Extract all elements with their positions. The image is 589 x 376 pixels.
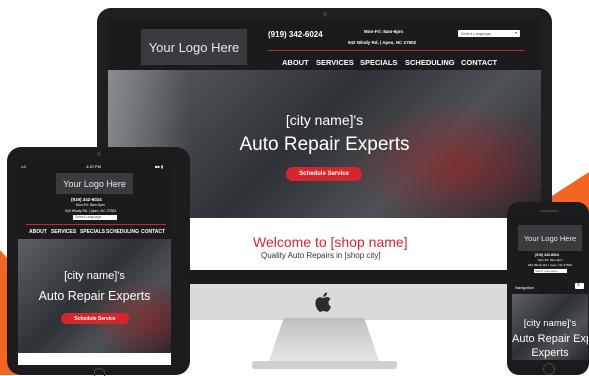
hero-line1: [city name]'s — [285, 112, 364, 128]
header-divider — [268, 50, 524, 51]
iphone-hero-line2: Auto Repair Experts — [512, 333, 588, 345]
nav-contact[interactable]: CONTACT — [461, 58, 497, 67]
ipad-language-label: Select Language — [75, 215, 102, 219]
site-logo[interactable]: Your Logo Here — [141, 29, 247, 65]
imac-stand — [268, 318, 380, 364]
iphone-hero-line1: [city name]'s — [523, 318, 577, 329]
iphone-hero-line3: Experts — [531, 347, 569, 359]
iphone-screen: Your Logo Here (919) 342-6024 Mon-Fri: 8… — [512, 220, 588, 360]
ipad-screen: ••ll 4:20 PM ■■ ▮ Your Logo Here (919) 3… — [18, 163, 171, 365]
ipad-address: 942 Windy Rd. | Apex, NC 27502 — [65, 209, 117, 213]
ipad-nav-specials[interactable]: SPECIALS — [80, 229, 105, 235]
imac-camera — [323, 12, 327, 16]
iphone-speaker — [540, 210, 558, 212]
ipad-nav-about[interactable]: ABOUT — [29, 229, 47, 235]
ipad-hero-line1: [city name]'s — [64, 270, 125, 282]
ipad-status-battery: ■■ ▮ — [155, 164, 164, 169]
header-address: 942 Windy Rd. | Apex, NC 27502 — [348, 40, 417, 45]
iphone-language-label: Select Language — [535, 269, 558, 273]
ipad-status-signal: ••ll — [21, 164, 26, 169]
ipad-camera — [97, 152, 101, 156]
language-select-label: Select Language — [461, 31, 492, 36]
ipad-nav-scheduling[interactable]: SCHEDULING — [106, 229, 139, 235]
header-phone[interactable]: (919) 342-6024 — [268, 30, 323, 39]
iphone-site-logo[interactable]: Your Logo Here — [518, 225, 582, 251]
iphone-language-select[interactable]: Select Language — [534, 269, 567, 273]
chevron-down-icon: ▾ — [514, 30, 517, 35]
ipad-language-select[interactable]: Select Language — [73, 215, 117, 220]
menu-icon-glyph: ≡ — [577, 282, 580, 288]
menu-icon[interactable]: ≡ — [575, 282, 584, 289]
ipad-schedule-button[interactable]: Schedule Service — [61, 313, 129, 324]
ipad-hero: [city name]'s Auto Repair Experts Schedu… — [18, 239, 171, 353]
iphone-phone[interactable]: (919) 342-6024 — [535, 253, 559, 257]
ipad-nav-services[interactable]: SERVICES — [51, 229, 76, 235]
ipad-phone[interactable]: (919) 342-6024 — [71, 197, 102, 202]
language-select[interactable]: Select Language ▾ — [458, 30, 520, 37]
apple-logo-icon — [312, 290, 336, 314]
iphone-hero: [city name]'s Auto Repair Experts Expert… — [512, 294, 588, 360]
ipad-divider — [26, 224, 166, 225]
nav-scheduling[interactable]: SCHEDULING — [405, 58, 455, 67]
ipad-status-time: 4:20 PM — [86, 164, 101, 169]
ipad-nav-contact[interactable]: CONTACT — [141, 229, 165, 235]
nav-specials[interactable]: SPECIALS — [360, 58, 398, 67]
nav-about[interactable]: ABOUT — [282, 58, 309, 67]
nav-services[interactable]: SERVICES — [316, 58, 354, 67]
ipad-hero-line2: Auto Repair Experts — [38, 289, 151, 303]
header-hours: Mon-Fri: 8am-6pm — [364, 29, 404, 34]
welcome-subtitle: Quality Auto Repairs in [shop city] — [261, 251, 381, 260]
iphone-home-button[interactable] — [543, 363, 555, 375]
ipad-site-logo[interactable]: Your Logo Here — [56, 173, 133, 194]
schedule-service-button[interactable]: Schedule Service — [286, 167, 362, 181]
ipad-welcome-strip — [18, 353, 171, 365]
welcome-title: Welcome to [shop name] — [253, 234, 408, 250]
iphone-address: 942 Windy Rd. | Apex, NC 27502 — [528, 263, 572, 267]
imac-foot — [252, 361, 397, 369]
iphone-hours: Mon-Fri: 8am-6pm — [538, 258, 563, 262]
ipad-hours: Mon-Fri: 8am-6pm — [76, 203, 105, 207]
iphone-navigation-label: Navigation — [515, 285, 534, 290]
